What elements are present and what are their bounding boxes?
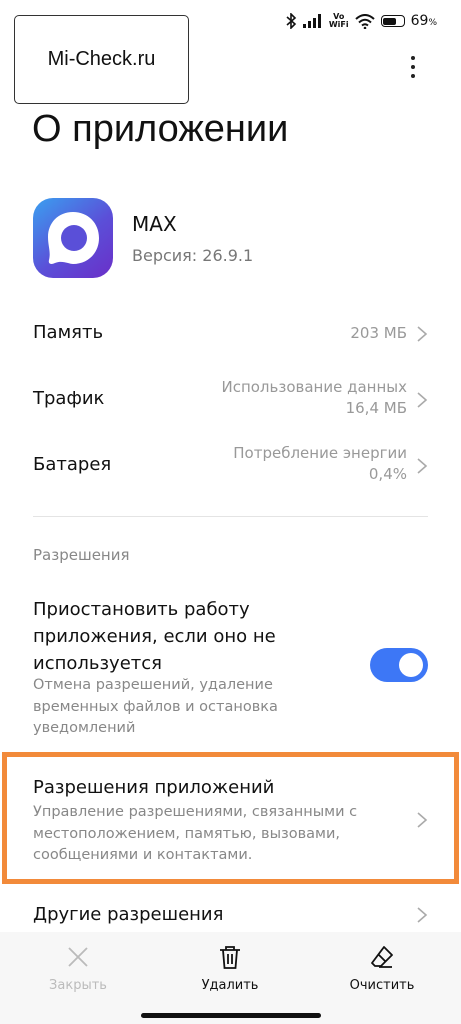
pause-app-toggle[interactable] <box>370 648 428 682</box>
traffic-row[interactable]: Трафик Использование данных 16,4 МБ <box>0 372 461 428</box>
bluetooth-icon <box>286 13 296 29</box>
watermark-bubble: Mi-Check.ru <box>14 15 189 104</box>
bottom-action-bar: Закрыть Удалить Очистить <box>0 932 461 1024</box>
battery-label: Батарея <box>33 454 112 475</box>
chevron-right-icon <box>417 326 428 342</box>
battery-percent: 69% <box>411 13 437 29</box>
close-label: Закрыть <box>49 978 107 993</box>
watermark-text: Mi-Check.ru <box>47 48 156 70</box>
delete-label: Удалить <box>201 978 259 993</box>
signal-icon <box>302 14 321 28</box>
clear-button[interactable]: Очистить <box>327 944 437 993</box>
toggle-knob <box>399 653 423 677</box>
memory-label: Память <box>33 322 104 343</box>
clear-label: Очистить <box>349 978 415 993</box>
app-name: MAX <box>132 212 177 236</box>
battery-value: Потребление энергии 0,4% <box>233 443 407 485</box>
wifi-icon <box>354 13 375 29</box>
battery-fill <box>383 17 396 25</box>
traffic-value-line1: Использование данных <box>221 378 407 396</box>
max-logo-icon <box>48 212 99 264</box>
more-vertical-icon[interactable] <box>403 56 423 82</box>
delete-button[interactable]: Удалить <box>175 944 285 993</box>
battery-value-line1: Потребление энергии <box>233 444 407 462</box>
chevron-right-icon <box>417 392 428 408</box>
app-version: Версия: 26.9.1 <box>132 246 254 265</box>
pause-app-title: Приостановить работу приложения, если он… <box>33 599 276 674</box>
vowifi-line2: WiFi <box>328 20 349 29</box>
app-permissions-subtitle: Управление разрешениями, связанными с ме… <box>33 804 358 863</box>
battery-icon <box>380 15 405 27</box>
memory-value: 203 МБ <box>350 324 407 342</box>
traffic-value-line2: 16,4 МБ <box>345 399 407 417</box>
permissions-section-header: Разрешения <box>33 546 130 564</box>
app-permissions-title: Разрешения приложений <box>33 777 275 798</box>
battery-row[interactable]: Батарея Потребление энергии 0,4% <box>0 438 461 494</box>
app-icon <box>33 198 113 278</box>
chevron-right-icon <box>417 812 428 828</box>
close-button[interactable]: Закрыть <box>23 944 133 993</box>
battery-percent-unit: % <box>428 18 437 28</box>
page-title: О приложении <box>32 108 289 150</box>
trash-icon <box>220 946 240 969</box>
divider <box>33 516 428 517</box>
memory-row[interactable]: Память 203 МБ <box>0 310 461 360</box>
traffic-label: Трафик <box>33 388 105 409</box>
battery-percent-value: 69 <box>410 13 429 29</box>
chevron-right-icon <box>417 458 428 474</box>
close-icon <box>68 947 88 967</box>
pause-app-subtitle: Отмена разрешений, удаление временных фа… <box>33 677 278 736</box>
other-permissions-title: Другие разрешения <box>33 904 224 925</box>
battery-value-line2: 0,4% <box>368 465 407 483</box>
eraser-icon <box>371 946 393 968</box>
traffic-value: Использование данных 16,4 МБ <box>221 377 407 419</box>
vowifi-icon: Vo WiFi <box>329 13 349 29</box>
home-indicator <box>141 1013 321 1018</box>
chevron-right-icon <box>417 907 428 923</box>
